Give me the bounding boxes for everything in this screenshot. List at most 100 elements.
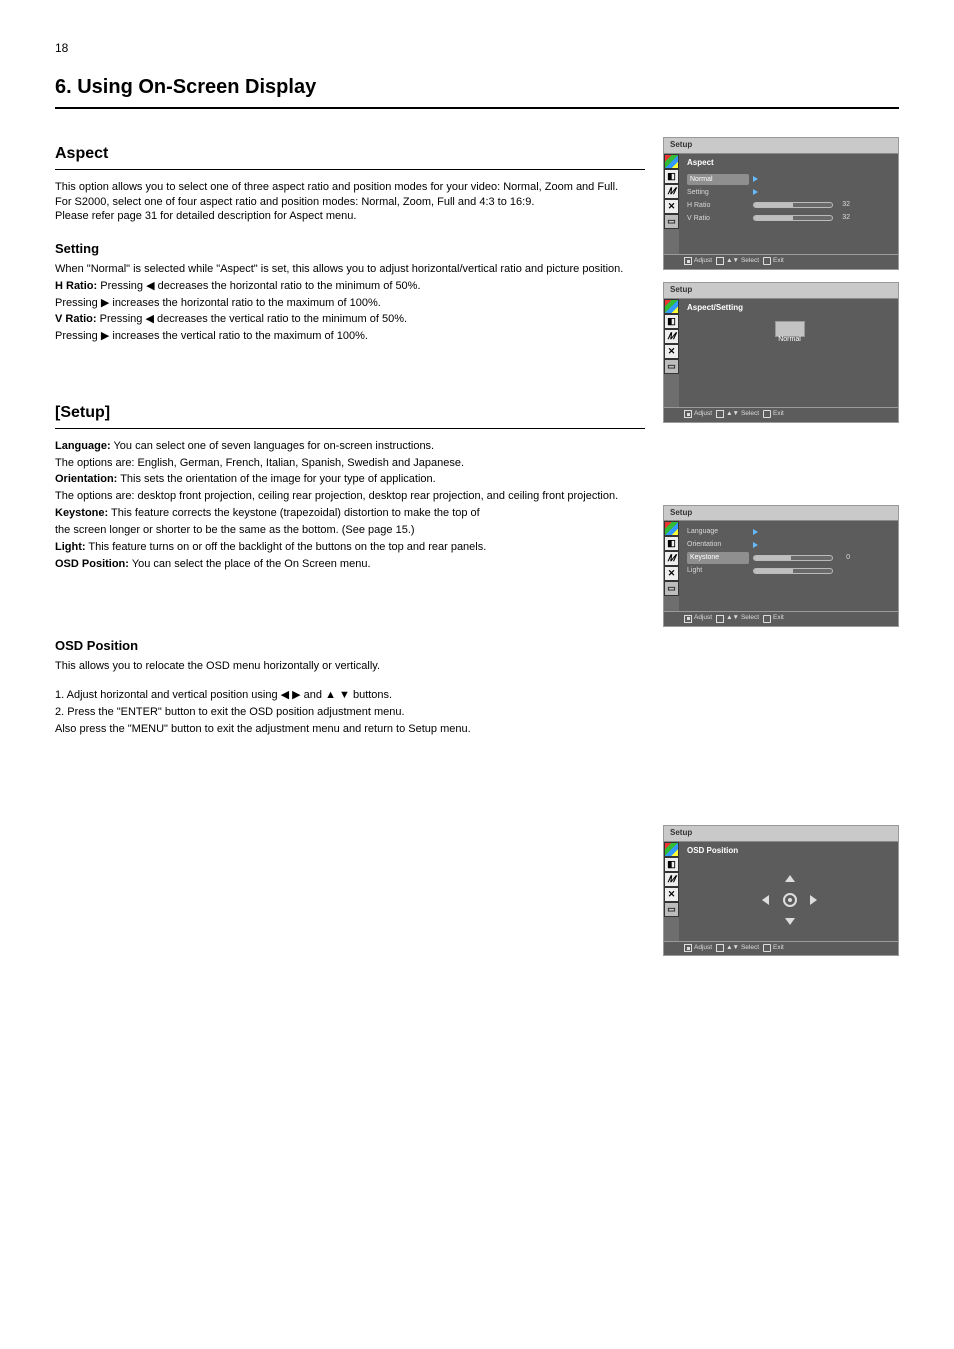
setup-block: Language: You can select one of seven la…: [55, 439, 645, 572]
page-number: 18: [55, 40, 899, 56]
osd-row-vratio-label: V Ratio: [687, 214, 749, 223]
footer-exit: Exit: [763, 944, 784, 953]
aspect-line-3-title: V Ratio:: [55, 313, 97, 325]
osd-aspect-panel: Setup ◧ 𝑀 ✕ ▭ Aspect Normal: [663, 137, 899, 270]
keystone-slider[interactable]: 0: [753, 555, 833, 561]
osd-row-hratio[interactable]: H Ratio 32: [687, 199, 892, 212]
arrow-right-icon: [810, 895, 817, 905]
footer-select-hint: ▲▼: [726, 614, 739, 623]
aspect-tab-icon[interactable]: ◧: [664, 857, 679, 872]
setup-tab-icon[interactable]: 𝑀: [664, 329, 679, 344]
button-icon: [763, 257, 771, 265]
osd-row-language-label: Language: [687, 527, 749, 536]
osd-row-normal-label: Normal: [687, 174, 749, 185]
osd-aspect-title: Aspect: [687, 158, 892, 169]
vratio-slider[interactable]: 32: [753, 215, 833, 221]
footer-select-hint: ▲▼: [726, 410, 739, 419]
aspect-line-2-body: Pressing ▶ increases the horizontal rati…: [55, 297, 381, 309]
footer-select: ▲▼Select: [716, 410, 759, 419]
button-icon: [716, 944, 724, 952]
footer-adjust-label: Adjust: [694, 257, 712, 266]
osdpos-intro: This allows you to relocate the OSD menu…: [55, 659, 645, 674]
aspect-tab-icon[interactable]: ◧: [664, 169, 679, 184]
dpad-control[interactable]: [687, 861, 892, 939]
options-tab-icon[interactable]: ✕: [664, 344, 679, 359]
hratio-value: 32: [842, 200, 850, 209]
aspect-summary: This option allows you to select one of …: [55, 180, 645, 225]
osd-setting-title: Aspect/Setting: [687, 303, 892, 314]
info-tab-icon[interactable]: ▭: [664, 581, 679, 596]
setup-line-1-body: The options are: English, German, French…: [55, 457, 464, 469]
info-tab-icon[interactable]: ▭: [664, 214, 679, 229]
osd-row-setting-label: Setting: [687, 188, 749, 197]
footer-exit: Exit: [763, 410, 784, 419]
setup-line-6-title: Light:: [55, 541, 86, 553]
aspect-line-3-body: Pressing ◀ decreases the vertical ratio …: [100, 313, 407, 325]
info-tab-icon[interactable]: ▭: [664, 902, 679, 917]
aspect-heading: Aspect: [55, 143, 645, 170]
options-tab-icon[interactable]: ✕: [664, 566, 679, 581]
info-tab-icon[interactable]: ▭: [664, 359, 679, 374]
button-icon: [684, 410, 692, 418]
footer-adjust-label: Adjust: [694, 944, 712, 953]
osd-footer: Adjust ▲▼Select Exit: [664, 611, 898, 626]
setup-line-4-title: Keystone:: [55, 507, 108, 519]
osd-setup-panel: Setup ◧ 𝑀 ✕ ▭ Language: [663, 505, 899, 628]
footer-adjust: Adjust: [684, 257, 712, 266]
osd-row-orientation[interactable]: Orientation: [687, 538, 892, 551]
setup-line-5: the screen longer or shorter to be the s…: [55, 523, 645, 538]
aspect-line-1-title: H Ratio:: [55, 280, 97, 292]
osdpos-steps: 1. Adjust horizontal and vertical positi…: [55, 688, 645, 737]
setup-line-5-body: the screen longer or shorter to be the s…: [55, 524, 415, 536]
setup-line-7-title: OSD Position:: [55, 558, 129, 570]
footer-adjust: Adjust: [684, 944, 712, 953]
keystone-value: 0: [846, 553, 850, 562]
options-tab-icon[interactable]: ✕: [664, 887, 679, 902]
footer-adjust-label: Adjust: [694, 410, 712, 419]
picture-tab-icon[interactable]: [664, 842, 679, 857]
osd-row-orientation-label: Orientation: [687, 540, 749, 549]
options-tab-icon[interactable]: ✕: [664, 199, 679, 214]
osd-row-vratio[interactable]: V Ratio 32: [687, 212, 892, 225]
footer-exit-label: Exit: [773, 944, 784, 953]
main-text-column: Aspect This option allows you to select …: [55, 135, 645, 984]
setup-line-7: OSD Position: You can select the place o…: [55, 557, 645, 572]
setup-line-1: The options are: English, German, French…: [55, 456, 645, 471]
button-icon: [716, 410, 724, 418]
picture-tab-icon[interactable]: [664, 521, 679, 536]
osd-row-language[interactable]: Language: [687, 525, 892, 538]
setup-line-2-body: This sets the orientation of the image f…: [120, 473, 436, 485]
aspect-tab-icon[interactable]: ◧: [664, 536, 679, 551]
osd-position-panel: Setup ◧ 𝑀 ✕ ▭ OSD Position: [663, 825, 899, 956]
picture-tab-icon[interactable]: [664, 299, 679, 314]
arrow-down-icon: [785, 918, 795, 925]
osdpos-step-2: 2. Press the "ENTER" button to exit the …: [55, 705, 645, 720]
footer-select-label: Select: [741, 410, 759, 419]
dpad-center-icon: [783, 893, 797, 907]
osd-footer: Adjust ▲▼Select Exit: [664, 407, 898, 422]
osd-row-setting[interactable]: Setting: [687, 186, 892, 199]
button-icon: [684, 257, 692, 265]
osd-row-normal[interactable]: Normal: [687, 173, 892, 186]
osd-row-light[interactable]: Light: [687, 564, 892, 577]
arrow-left-icon: [762, 895, 769, 905]
button-icon: [684, 944, 692, 952]
osd-row-keystone[interactable]: Keystone 0: [687, 551, 892, 564]
aspect-tab-icon[interactable]: ◧: [664, 314, 679, 329]
setup-tab-icon[interactable]: 𝑀: [664, 872, 679, 887]
footer-select-label: Select: [741, 944, 759, 953]
setup-line-3: The options are: desktop front projectio…: [55, 489, 645, 504]
light-slider[interactable]: [753, 568, 833, 574]
arrow-right-icon: [753, 542, 758, 548]
hratio-slider[interactable]: 32: [753, 202, 833, 208]
setup-tab-icon[interactable]: 𝑀: [664, 184, 679, 199]
button-icon: [716, 257, 724, 265]
setup-tab-icon[interactable]: 𝑀: [664, 551, 679, 566]
osd-row-hratio-label: H Ratio: [687, 201, 749, 210]
picture-tab-icon[interactable]: [664, 154, 679, 169]
setup-line-3-body: The options are: desktop front projectio…: [55, 490, 618, 502]
osd-footer: Adjust ▲▼Select Exit: [664, 941, 898, 956]
footer-select-hint: ▲▼: [726, 944, 739, 953]
aspect-mode-label: Normal: [687, 335, 892, 344]
setup-line-4: Keystone: This feature corrects the keys…: [55, 506, 645, 521]
